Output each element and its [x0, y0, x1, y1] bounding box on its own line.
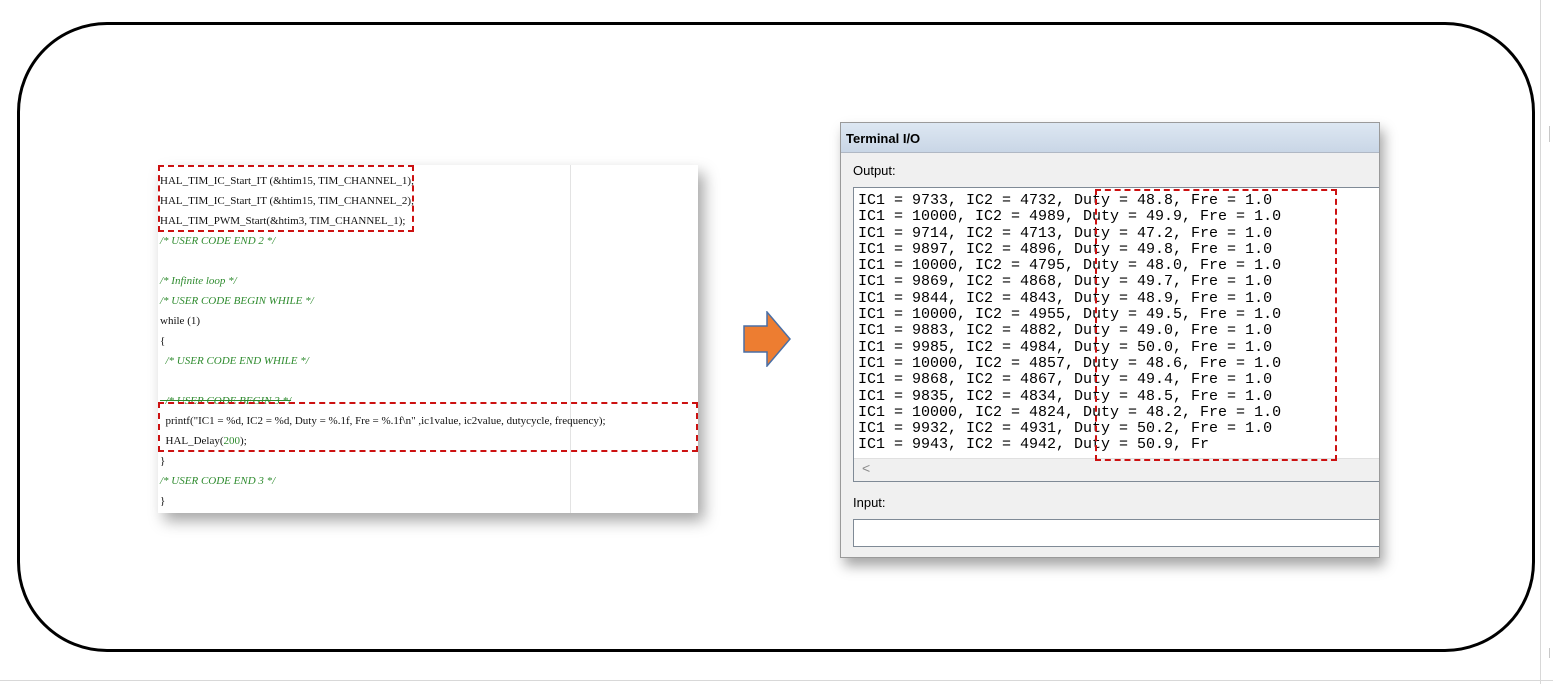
code-line: { [160, 335, 166, 347]
code-line: } [160, 495, 166, 507]
code-comment: /* USER CODE BEGIN WHILE */ [160, 295, 314, 307]
output-line: IC1 = 10000, IC2 = 4955, Duty = 49.5, Fr… [858, 306, 1282, 324]
code-text: HAL_Delay( [160, 435, 224, 447]
code-line: while (1) [160, 315, 201, 327]
arrow-right-icon [743, 311, 791, 367]
output-line: IC1 = 9714, IC2 = 4713, Duty = 47.2, Fre… [858, 224, 1273, 242]
output-line: IC1 = 10000, IC2 = 4857, Duty = 48.6, Fr… [858, 354, 1282, 372]
output-line: IC1 = 9869, IC2 = 4868, Duty = 49.7, Fre… [858, 273, 1273, 291]
code-line: HAL_TIM_IC_Start_IT (&htim15, TIM_CHANNE… [160, 195, 415, 207]
output-line: IC1 = 9868, IC2 = 4867, Duty = 49.4, Fre… [858, 371, 1273, 389]
terminal-window: Terminal I/O Output: IC1 = 9733, IC2 = 4… [840, 122, 1380, 558]
output-line: IC1 = 10000, IC2 = 4795, Duty = 48.0, Fr… [858, 257, 1282, 275]
output-label: Output: [853, 163, 896, 178]
code-comment: /* USER CODE END 2 */ [160, 235, 276, 247]
output-line: IC1 = 9883, IC2 = 4882, Duty = 49.0, Fre… [858, 322, 1273, 340]
code-line: printf("IC1 = %d, IC2 = %d, Duty = %.1f,… [160, 415, 606, 427]
output-line: IC1 = 9943, IC2 = 4942, Duty = 50.9, Fr [858, 436, 1210, 454]
output-line: IC1 = 9932, IC2 = 4931, Duty = 50.2, Fre… [858, 420, 1273, 438]
output-line: IC1 = 9985, IC2 = 4984, Duty = 50.0, Fre… [858, 338, 1273, 356]
divider-tick [1549, 648, 1550, 658]
code-number: 200 [223, 435, 241, 447]
code-line: } [160, 455, 166, 467]
input-label: Input: [853, 495, 886, 510]
scroll-left-icon[interactable]: < [862, 460, 870, 476]
code-line: HAL_Delay(200); [160, 431, 606, 451]
window-title: Terminal I/O [841, 123, 1379, 153]
output-area[interactable]: IC1 = 9733, IC2 = 4732, Duty = 48.8, Fre… [853, 187, 1379, 482]
divider-tick [1549, 126, 1550, 142]
output-line: IC1 = 9897, IC2 = 4896, Duty = 49.8, Fre… [858, 240, 1273, 258]
output-lines: IC1 = 9733, IC2 = 4732, Duty = 48.8, Fre… [858, 192, 1282, 454]
output-line: IC1 = 9733, IC2 = 4732, Duty = 48.8, Fre… [858, 192, 1273, 209]
output-line: IC1 = 10000, IC2 = 4989, Duty = 49.9, Fr… [858, 208, 1282, 226]
code-comment: /* USER CODE BEGIN 3 */ [160, 395, 292, 407]
code-line: HAL_TIM_PWM_Start(&htim3, TIM_CHANNEL_1)… [160, 215, 406, 227]
code-comment: /* USER CODE END 3 */ [160, 475, 276, 487]
code-comment: /* USER CODE END WHILE */ [160, 355, 309, 367]
code-line: HAL_TIM_IC_Start_IT (&htim15, TIM_CHANNE… [160, 175, 415, 187]
code-comment: /* Infinite loop */ [160, 275, 237, 287]
code-text: ); [240, 435, 247, 447]
output-line: IC1 = 10000, IC2 = 4824, Duty = 48.2, Fr… [858, 403, 1282, 421]
code-snippet-panel: HAL_TIM_IC_Start_IT (&htim15, TIM_CHANNE… [158, 165, 698, 513]
input-field[interactable] [853, 519, 1379, 547]
divider [0, 680, 1553, 681]
output-line: IC1 = 9835, IC2 = 4834, Duty = 48.5, Fre… [858, 387, 1273, 405]
output-line: IC1 = 9844, IC2 = 4843, Duty = 48.9, Fre… [858, 289, 1273, 307]
code-lines: HAL_TIM_IC_Start_IT (&htim15, TIM_CHANNE… [160, 171, 606, 511]
divider [1540, 0, 1541, 684]
horizontal-scrollbar[interactable]: < [854, 458, 1379, 481]
